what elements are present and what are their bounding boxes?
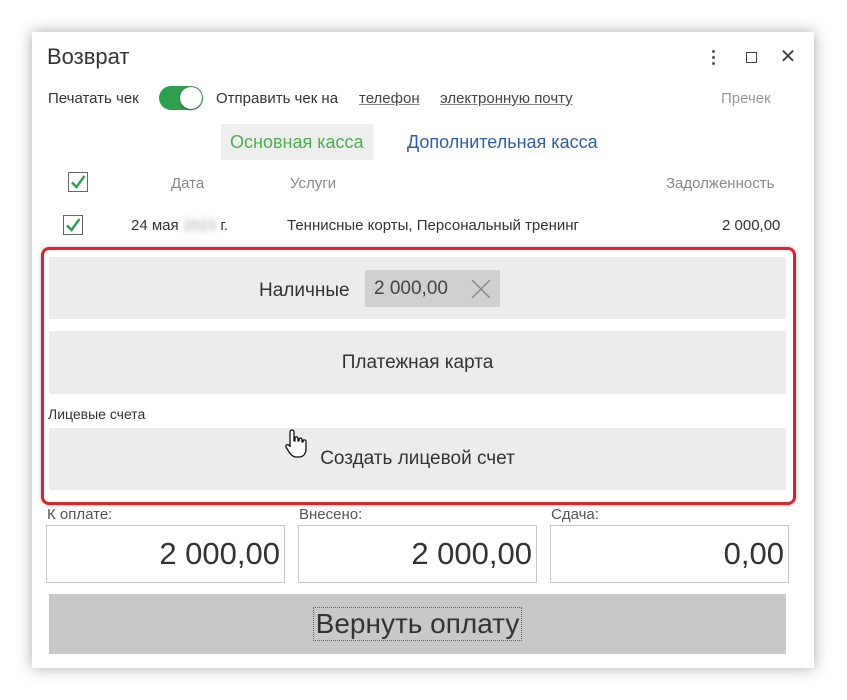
more-menu-button[interactable]: [702, 46, 724, 68]
hand-pointer-icon: [285, 429, 307, 458]
checkmark-icon: [71, 175, 86, 189]
print-receipt-toggle[interactable]: [159, 86, 203, 110]
to-pay-field[interactable]: 2 000,00: [46, 525, 285, 583]
paid-label: Внесено:: [299, 506, 363, 523]
to-pay-label: К оплате:: [47, 506, 113, 523]
print-receipt-label: Печатать чек: [48, 90, 139, 107]
change-label: Сдача:: [551, 506, 599, 523]
row-date-year-blurred: 2023: [182, 217, 217, 234]
row-checkbox[interactable]: [63, 215, 83, 235]
send-to-email-link[interactable]: электронную почту: [440, 90, 573, 107]
close-icon: ✕: [779, 46, 797, 68]
row-date: 24 мая 2023 г.: [131, 217, 228, 234]
row-debt: 2 000,00: [722, 217, 781, 234]
column-header-date: Дата: [171, 175, 205, 192]
row-date-day: 24 мая: [131, 217, 179, 234]
personal-accounts-label: Лицевые счета: [48, 406, 146, 422]
cash-amount-value: 2 000,00: [374, 277, 448, 299]
column-header-services: Услуги: [290, 175, 337, 192]
checkmark-icon: [66, 218, 81, 232]
clear-icon[interactable]: [470, 278, 492, 300]
tab-additional-register[interactable]: Дополнительная касса: [398, 124, 607, 160]
change-field[interactable]: 0,00: [550, 525, 789, 583]
create-account-label: Создать лицевой счет: [320, 448, 515, 469]
create-account-button[interactable]: Создать лицевой счет: [49, 428, 786, 490]
kebab-icon: [711, 48, 715, 66]
row-date-suffix: г.: [220, 217, 229, 234]
cash-amount-field[interactable]: 2 000,00: [365, 270, 500, 307]
card-payment-label: Платежная карта: [341, 351, 494, 373]
send-to-phone-link[interactable]: телефон: [359, 90, 420, 107]
paid-field[interactable]: 2 000,00: [298, 525, 537, 583]
maximize-icon: [745, 51, 757, 63]
toggle-knob: [180, 87, 202, 109]
column-header-debt: Задолженность: [666, 175, 775, 192]
precheck-button[interactable]: Пречек: [721, 90, 771, 107]
select-all-checkbox[interactable]: [68, 172, 88, 192]
tab-main-register[interactable]: Основная касса: [221, 124, 373, 160]
card-payment-button[interactable]: Платежная карта: [49, 331, 786, 394]
dialog-title: Возврат: [47, 44, 130, 69]
row-services: Теннисные корты, Персональный тренинг: [287, 217, 580, 234]
return-payment-button[interactable]: Вернуть оплату: [49, 594, 786, 654]
maximize-button[interactable]: [740, 46, 762, 68]
return-payment-label: Вернуть оплату: [312, 607, 523, 641]
cash-label: Наличные: [259, 280, 350, 301]
close-button[interactable]: ✕: [777, 46, 799, 68]
send-receipt-label: Отправить чек на: [216, 90, 339, 107]
